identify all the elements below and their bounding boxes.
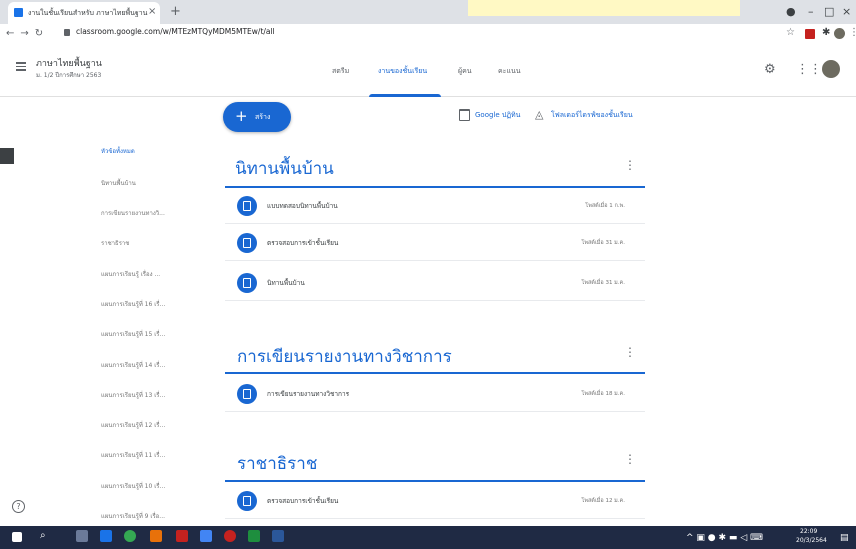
- sidebar-item-topic[interactable]: ราชาธิราช: [101, 238, 129, 248]
- maximize-button[interactable]: □: [824, 5, 834, 18]
- sidebar-item-topic[interactable]: แผนการเรียนรู้ที่ 12 เรื่...: [101, 420, 165, 430]
- assignment-row[interactable]: นิทานพื้นบ้าน โพสต์เมื่อ 31 ม.ค.: [225, 266, 645, 301]
- assignment-row[interactable]: ตรวจสอบการเข้าชั้นเรียน โพสต์เมื่อ 31 ม.…: [225, 226, 645, 261]
- pdf-extension-icon[interactable]: [805, 29, 815, 39]
- topic-more-icon[interactable]: ⋮: [624, 345, 636, 359]
- system-tray-icons[interactable]: ^ ▣ ● ✱ ▬ ◁ ⌨: [686, 533, 763, 543]
- taskbar-time: 22:09: [800, 528, 818, 535]
- app-icon[interactable]: [200, 530, 212, 542]
- assignment-title: ตรวจสอบการเข้าชั้นเรียน: [267, 239, 339, 247]
- assignment-row[interactable]: ตรวจสอบการเข้าชั้นเรียน โพสต์เมื่อ 12 ม.…: [225, 484, 645, 519]
- url-field[interactable]: classroom.google.com/w/MTEzMTQyMDM5MTEw/…: [76, 27, 275, 36]
- assignment-title: การเขียนรายงานทางวิชาการ: [267, 390, 350, 398]
- assignment-title: ตรวจสอบการเข้าชั้นเรียน: [267, 497, 339, 505]
- tab-grades[interactable]: คะแนน: [498, 66, 521, 77]
- app-icon[interactable]: [176, 530, 188, 542]
- sidebar-item-topic[interactable]: แผนการเรียนรู้ที่ 11 เรื่...: [101, 450, 165, 460]
- create-button[interactable]: + สร้าง: [223, 102, 291, 132]
- forward-icon[interactable]: →: [20, 28, 34, 39]
- reload-icon[interactable]: ↻: [35, 28, 49, 39]
- help-icon[interactable]: ?: [12, 500, 25, 513]
- assignment-title: แบบทดสอบนิทานพื้นบ้าน: [267, 202, 338, 210]
- back-icon[interactable]: ←: [6, 28, 20, 39]
- class-drive-folder-link[interactable]: โฟลเดอร์ไดรฟ์ของชั้นเรียน: [551, 110, 633, 121]
- assignment-row[interactable]: การเขียนรายงานทางวิชาการ โพสต์เมื่อ 18 ม…: [225, 377, 645, 412]
- assignment-icon: [237, 196, 257, 216]
- browser-tab-title: งานในชั้นเรียนสำหรับ ภาษาไทยพื้นฐาน: [28, 9, 148, 17]
- posted-date: โพสต์เมื่อ 31 ม.ค.: [581, 280, 625, 286]
- topic-divider: [225, 480, 645, 482]
- sidebar-item-topic[interactable]: การเขียนรายงานทางวิ...: [101, 208, 165, 218]
- chrome-icon[interactable]: [124, 530, 136, 542]
- new-tab-button[interactable]: +: [170, 4, 181, 19]
- sidebar-item-topic[interactable]: แผนการเรียนรู้ที่ 10 เรื่...: [101, 481, 165, 491]
- windows-start-icon[interactable]: [12, 532, 22, 542]
- class-title[interactable]: ภาษาไทยพื้นฐาน: [36, 56, 102, 70]
- sidebar-item-topic[interactable]: แผนการเรียนรู้ที่ 9 เรื่อ...: [101, 511, 165, 521]
- tab-stream[interactable]: สตรีม: [332, 66, 349, 77]
- app-icon[interactable]: [272, 530, 284, 542]
- close-tab-icon[interactable]: ×: [148, 6, 156, 17]
- assignment-icon: [237, 233, 257, 253]
- class-subtitle: ม. 1/2 ปีการศึกษา 2563: [36, 72, 102, 79]
- extension-puzzle-icon[interactable]: ✱: [822, 27, 830, 38]
- tab-people[interactable]: ผู้คน: [458, 66, 472, 77]
- task-view-icon[interactable]: [76, 530, 88, 542]
- assignment-icon: [237, 491, 257, 511]
- classroom-header: [0, 46, 856, 97]
- app-icon[interactable]: [248, 530, 260, 542]
- profile-avatar-icon[interactable]: [834, 28, 845, 39]
- classroom-favicon-icon: [14, 8, 23, 17]
- sidebar-item-topic[interactable]: แผนการเรียนรู้ที่ 13 เรื่...: [101, 390, 165, 400]
- assignment-icon: [237, 273, 257, 293]
- profile-dot-icon[interactable]: ●: [786, 5, 796, 18]
- search-icon[interactable]: ⌕: [40, 530, 46, 541]
- assignment-title: นิทานพื้นบ้าน: [267, 279, 305, 287]
- bookmark-star-icon[interactable]: ☆: [786, 27, 795, 38]
- posted-date: โพสต์เมื่อ 31 ม.ค.: [581, 240, 625, 246]
- sidebar-item-all-topics[interactable]: หัวข้อทั้งหมด: [101, 146, 135, 156]
- topic-title: ราชาธิราช: [237, 454, 318, 474]
- chrome-menu-icon[interactable]: ⋮: [849, 27, 856, 38]
- sidebar-item-topic[interactable]: แผนการเรียนรู้ที่ 14 เรื่...: [101, 360, 165, 370]
- firefox-icon[interactable]: [150, 530, 162, 542]
- google-calendar-link[interactable]: Google ปฏิทิน: [475, 110, 520, 121]
- assignment-icon: [237, 384, 257, 404]
- edge-icon[interactable]: [100, 530, 112, 542]
- create-button-label: สร้าง: [255, 113, 271, 121]
- sidebar-item-topic[interactable]: นิทานพื้นบ้าน: [101, 178, 136, 188]
- notification-icon[interactable]: ▤: [840, 533, 849, 543]
- active-tab-indicator: [369, 94, 441, 97]
- settings-gear-icon[interactable]: ⚙: [764, 62, 776, 77]
- topic-divider: [225, 372, 645, 374]
- assignment-row[interactable]: แบบทดสอบนิทานพื้นบ้าน โพสต์เมื่อ 1 ก.พ.: [225, 189, 645, 224]
- sidebar-item-topic[interactable]: แผนการเรียนรู้ที่ 15 เรื่...: [101, 329, 165, 339]
- main-menu-icon[interactable]: [16, 60, 26, 73]
- overlay-strip: [468, 0, 740, 16]
- lock-icon: [64, 29, 70, 36]
- app-icon[interactable]: [224, 530, 236, 542]
- plus-icon: +: [235, 107, 248, 125]
- sidebar-item-topic[interactable]: แผนการเรียนรู้ เรื่อง ...: [101, 269, 160, 279]
- user-avatar[interactable]: [822, 60, 840, 78]
- topic-title: นิทานพื้นบ้าน: [235, 159, 334, 179]
- left-edge-strip: [0, 148, 14, 164]
- tab-classwork[interactable]: งานของชั้นเรียน: [378, 66, 427, 77]
- posted-date: โพสต์เมื่อ 12 ม.ค.: [581, 498, 625, 504]
- topic-more-icon[interactable]: ⋮: [624, 452, 636, 466]
- topic-divider: [225, 186, 645, 188]
- topic-title: การเขียนรายงานทางวิชาการ: [237, 347, 452, 367]
- posted-date: โพสต์เมื่อ 1 ก.พ.: [585, 203, 625, 209]
- minimize-button[interactable]: –: [808, 5, 814, 18]
- drive-icon: ◬: [535, 108, 544, 121]
- close-window-button[interactable]: ×: [842, 5, 851, 18]
- calendar-icon: [459, 109, 470, 121]
- taskbar-date: 20/3/2564: [796, 537, 827, 544]
- browser-tab[interactable]: งานในชั้นเรียนสำหรับ ภาษาไทยพื้นฐาน ×: [8, 2, 160, 24]
- topic-more-icon[interactable]: ⋮: [624, 158, 636, 172]
- posted-date: โพสต์เมื่อ 18 ม.ค.: [581, 391, 625, 397]
- sidebar-item-topic[interactable]: แผนการเรียนรู้ที่ 16 เรื่...: [101, 299, 165, 309]
- navigation-icons[interactable]: ←→↻: [6, 28, 49, 39]
